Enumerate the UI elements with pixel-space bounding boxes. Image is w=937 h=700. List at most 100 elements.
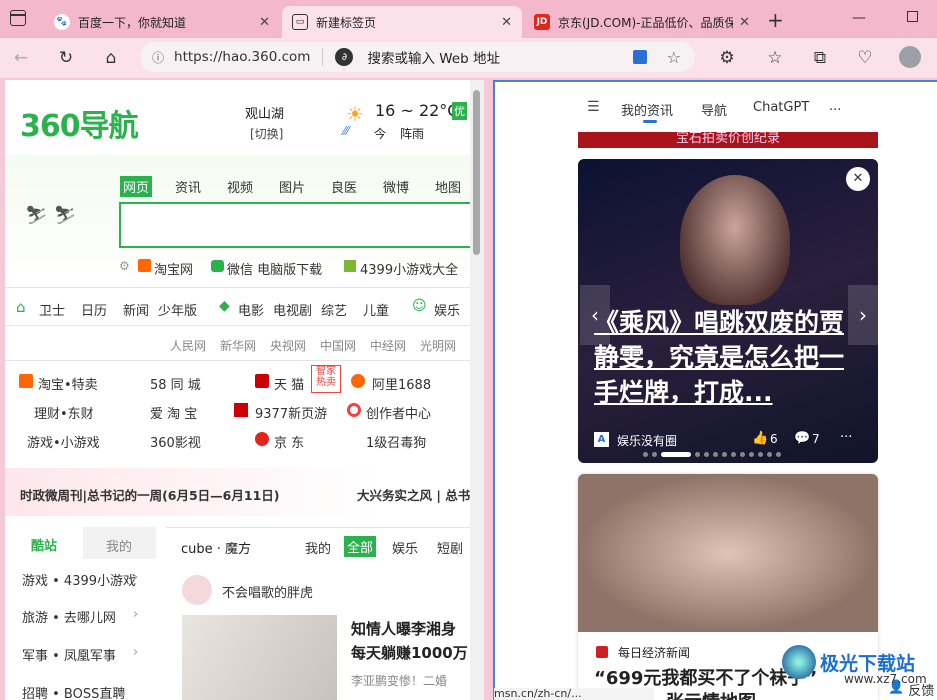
carousel-dot[interactable] [713,451,718,457]
sub-link[interactable]: 中国网 [320,337,356,354]
feed-tab-short[interactable]: 短剧 [437,538,463,557]
side-list-item[interactable]: 游戏 • 4399小游戏 [22,570,136,589]
card1-source[interactable]: 娱乐没有圈 [617,432,677,449]
site-link[interactable]: 爱 淘 宝 [150,403,197,422]
search-tab-weibo[interactable]: 微博 [383,177,409,196]
right-nav-more[interactable]: ... [829,99,841,114]
carousel-dot[interactable] [695,451,700,457]
site-link[interactable]: 淘宝•特卖 [38,374,98,393]
search-tab-medical[interactable]: 良医 [331,177,357,196]
carousel-dots[interactable] [643,451,813,457]
search-link-taobao[interactable]: 淘宝网 [154,259,193,278]
search-tab-web[interactable]: 网页 [120,176,153,197]
carousel-dot[interactable] [740,451,745,457]
carousel-dot[interactable] [731,451,736,457]
close-tab-icon[interactable]: ✕ [501,15,512,30]
side-list-item[interactable]: 军事 • 凤凰军事 [22,645,116,664]
refresh-icon[interactable]: ↻ [53,45,79,71]
sub-link[interactable]: 人民网 [170,337,206,354]
site-link[interactable]: 360影视 [150,432,201,451]
logo-360[interactable]: 360导航 [20,101,139,145]
site-link[interactable]: 创作者中心 [366,403,431,422]
carousel-dot[interactable] [776,451,781,457]
card2-source[interactable]: 每日经济新闻 [618,644,690,661]
tab-jd[interactable]: JD 京东(JD.COM)-正品低价、品质保 ✕ [524,6,760,38]
search-tab-map[interactable]: 地图 [435,177,461,196]
banner-left-text[interactable]: 时政微周刊|总书记的一周(6月5日—6月11日) [20,485,279,504]
collections-icon[interactable]: ⧉ [807,45,833,71]
more-icon[interactable]: ··· [840,430,852,445]
back-icon[interactable]: ← [8,45,34,71]
new-tab-button[interactable]: + [767,8,784,32]
banner-right-text[interactable]: 大兴务实之风 | 总书 [357,485,470,504]
nav-weishi[interactable]: 卫士 [39,300,65,319]
gear-icon[interactable]: ⚙ [119,259,130,273]
carousel-dot[interactable] [722,451,727,457]
performance-icon[interactable]: ♡ [852,45,878,71]
sub-link[interactable]: 新华网 [220,337,256,354]
feed-tab-ent[interactable]: 娱乐 [392,538,418,557]
right-nav-navigation[interactable]: 导航 [701,100,727,119]
card-close-button[interactable]: ✕ [846,167,870,191]
carousel-next-icon[interactable]: › [848,285,878,345]
maximize-button[interactable] [907,11,918,22]
carousel-dot[interactable] [758,451,763,457]
carousel-dot[interactable] [767,451,772,457]
site-link[interactable]: 京 东 [274,432,304,451]
like-icon[interactable]: 👍 [752,431,768,446]
minimize-button[interactable]: — [852,10,866,26]
tab-newtab[interactable]: ▭ 新建标签页 ✕ [282,6,522,38]
search-tab-news[interactable]: 资讯 [175,177,201,196]
search-link-4399[interactable]: 4399小游戏大全 [360,259,458,278]
side-list-item[interactable]: 招聘 • BOSS直聘 [22,683,125,700]
nav-tv[interactable]: 电视剧 [273,300,312,319]
search-tab-image[interactable]: 图片 [279,177,305,196]
nav-news[interactable]: 新闻 [123,300,149,319]
right-nav-feed[interactable]: 我的资讯 [621,100,673,119]
search-link-wechat[interactable]: 微信 电脑版下载 [227,259,322,278]
carousel-dot-active[interactable] [661,451,691,457]
city-switch-link[interactable]: [切换] [250,125,283,142]
sub-link[interactable]: 央视网 [270,337,306,354]
card1-headline[interactable]: 《乘风》唱跳双废的贾静雯，究竟是怎么把一手烂牌，打成... [594,305,852,411]
nav-variety[interactable]: 综艺 [321,300,347,319]
carousel-dot[interactable] [749,451,754,457]
feed-thumbnail[interactable] [182,615,337,700]
site-link[interactable]: 58 同 城 [150,374,201,393]
site-link[interactable]: 9377新页游 [255,403,327,422]
carousel-dot[interactable] [704,451,709,457]
side-list-item[interactable]: 旅游 • 去哪儿网 [22,607,116,626]
site-link[interactable]: 理财•东财 [34,403,94,422]
site-link[interactable]: 天 猫 [274,374,304,393]
tab-actions-icon[interactable] [10,10,26,26]
feed-tab-mine[interactable]: 我的 [305,538,331,557]
nav-youth[interactable]: 少年版 [158,300,197,319]
sub-link[interactable]: 光明网 [420,337,456,354]
address-bar[interactable]: ⓘ https://hao.360.com ∂ 搜索或输入 Web 地址 ☆ [140,42,695,72]
profile-avatar[interactable] [899,46,921,68]
carousel-dot[interactable] [652,451,657,457]
close-tab-icon[interactable]: ✕ [259,15,270,30]
side-tab-cool[interactable]: 酷站 [31,535,57,554]
home-icon[interactable]: ⌂ [98,45,124,71]
search-input-360[interactable] [119,202,479,248]
feed-tab-all[interactable]: 全部 [344,536,377,557]
nav-calendar[interactable]: 日历 [81,300,107,319]
carousel-dot[interactable] [643,451,648,457]
side-tab-mine[interactable]: 我的 [106,536,132,555]
split-screen-icon[interactable] [632,50,647,64]
favorite-star-icon[interactable]: ☆ [667,48,681,67]
site-link[interactable]: 1级召毒狗 [366,432,426,451]
hamburger-icon[interactable]: ☰ [587,99,600,115]
feed-headline[interactable]: 知情人曝李湘身 [351,618,456,639]
nav-kids[interactable]: 儿童 [363,300,389,319]
nav-ent[interactable]: 娱乐 [434,300,460,319]
comment-icon[interactable]: 💬 [794,431,810,446]
nav-movie[interactable]: 电影 [238,300,264,319]
sub-link[interactable]: 中经网 [370,337,406,354]
site-link[interactable]: 阿里1688 [372,374,431,393]
close-tab-icon[interactable]: ✕ [739,15,750,30]
feed-headline[interactable]: 每天躺赚1000万 [351,642,468,663]
search-tab-video[interactable]: 视频 [227,177,253,196]
search-input[interactable]: 搜索或输入 Web 地址 [367,47,500,67]
